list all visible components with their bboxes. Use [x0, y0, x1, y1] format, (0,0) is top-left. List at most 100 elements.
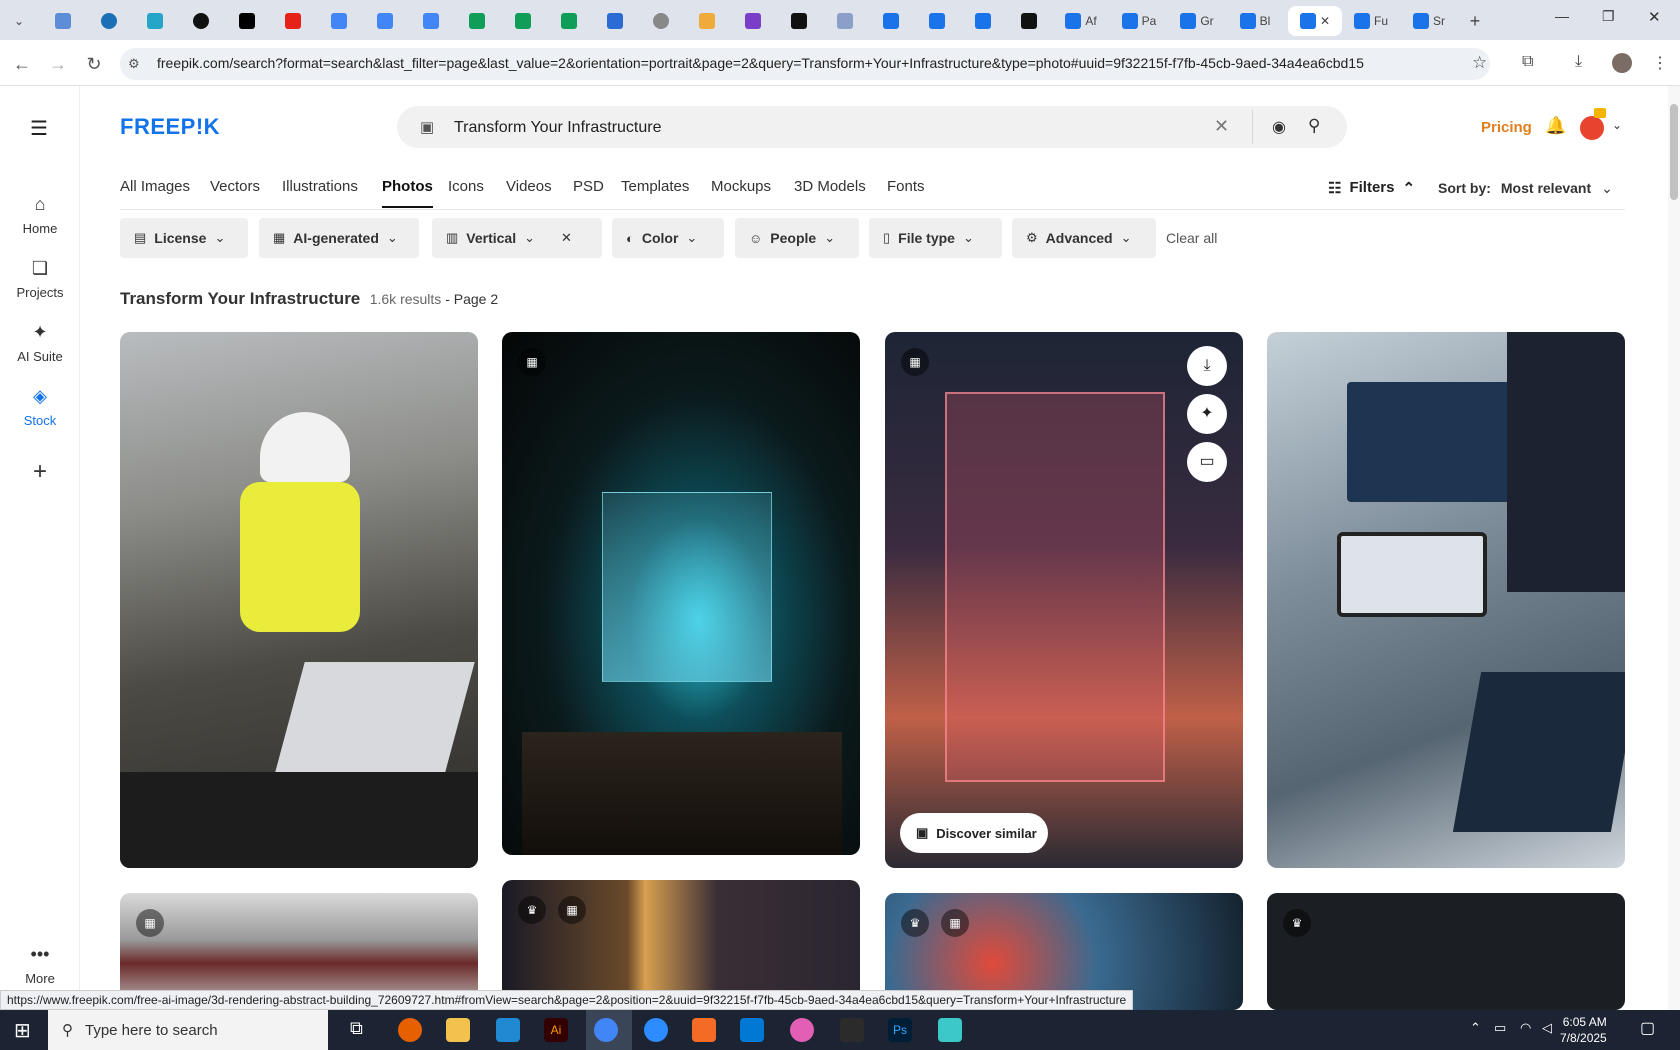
tab-sheets-3[interactable]	[548, 6, 590, 36]
bookmark-star-icon[interactable]: ☆	[1472, 53, 1487, 73]
tab-search-icon[interactable]: ⌄	[4, 6, 34, 36]
camera-search-icon[interactable]: ◉	[1272, 117, 1286, 137]
pen-tool-icon[interactable]	[840, 1018, 864, 1042]
app-icon-orange[interactable]	[692, 1018, 716, 1042]
app-icon-teal[interactable]	[938, 1018, 962, 1042]
tab-2[interactable]	[88, 6, 130, 36]
tab-docs-3[interactable]	[410, 6, 452, 36]
color-filter[interactable]: ◐ Color ⌄	[612, 218, 724, 258]
image-card-row2-4[interactable]: ♛	[1267, 893, 1625, 1010]
back-icon[interactable]: ←	[10, 52, 34, 76]
creative-cloud-icon[interactable]	[790, 1018, 814, 1042]
menu-dots-icon[interactable]: ⋮	[1652, 53, 1668, 73]
tab-fonts[interactable]: Fonts	[887, 178, 925, 195]
tab-vectors[interactable]: Vectors	[210, 178, 260, 195]
tab-youtube[interactable]	[272, 6, 314, 36]
tab-bl[interactable]: Bl	[1230, 6, 1280, 36]
restore-icon[interactable]: ❐	[1602, 8, 1615, 25]
save-to-collection-icon[interactable]: ▭	[1187, 442, 1227, 482]
image-card-hologram-city[interactable]: ▦	[502, 332, 860, 855]
volume-icon[interactable]: ◁	[1542, 1020, 1552, 1036]
ai-generated-filter[interactable]: ▦ AI-generated ⌄	[259, 218, 419, 258]
zoom-icon[interactable]	[644, 1018, 668, 1042]
filters-toggle[interactable]: ☷ Filters ⌃	[1328, 179, 1415, 197]
sidebar-item-home[interactable]: ⌂ Home	[0, 194, 80, 236]
tab-icons[interactable]: Icons	[448, 178, 484, 195]
tab-12[interactable]	[778, 6, 820, 36]
tab-af[interactable]: Af	[1056, 6, 1106, 36]
user-avatar[interactable]	[1580, 116, 1604, 140]
clear-search-icon[interactable]: ✕	[1214, 116, 1229, 137]
firefox-icon[interactable]	[398, 1018, 422, 1042]
extensions-icon[interactable]: ⧉	[1522, 53, 1533, 71]
wifi-icon[interactable]: ◠	[1520, 1020, 1531, 1036]
taskbar-clock[interactable]: 6:05 AM 7/8/2025	[1560, 1014, 1607, 1046]
tab-docs-1[interactable]	[318, 6, 360, 36]
tab-gr[interactable]: Gr	[1172, 6, 1222, 36]
tab-sheets-1[interactable]	[456, 6, 498, 36]
close-tab-icon[interactable]: ✕	[1320, 14, 1330, 28]
image-card-business-tablet[interactable]	[1267, 332, 1625, 868]
sidebar-item-more[interactable]: ••• More	[0, 944, 80, 986]
tab-8[interactable]	[594, 6, 636, 36]
clear-filter-icon[interactable]: ✕	[561, 230, 572, 246]
reload-icon[interactable]: ↻	[82, 52, 106, 76]
add-icon[interactable]: +	[0, 458, 80, 486]
tab-mockups[interactable]: Mockups	[711, 178, 771, 195]
tab-14[interactable]	[870, 6, 912, 36]
tab-3[interactable]	[134, 6, 176, 36]
tab-9[interactable]	[640, 6, 682, 36]
tab-all-images[interactable]: All Images	[120, 178, 190, 195]
sidebar-item-ai-suite[interactable]: ✦ AI Suite	[0, 322, 80, 364]
search-input[interactable]: Transform Your Infrastructure	[454, 119, 662, 137]
tab-15[interactable]	[916, 6, 958, 36]
clear-all-button[interactable]: Clear all	[1166, 230, 1217, 246]
tab-11[interactable]	[732, 6, 774, 36]
profile-avatar[interactable]	[1612, 53, 1632, 73]
tab-docs-2[interactable]	[364, 6, 406, 36]
tab-1[interactable]	[42, 6, 84, 36]
file-type-filter[interactable]: ▯ File type ⌄	[869, 218, 1002, 258]
people-filter[interactable]: ☺ People ⌄	[735, 218, 859, 258]
image-type-icon[interactable]: ▣	[420, 118, 434, 136]
license-filter[interactable]: ▤ License ⌄	[120, 218, 248, 258]
vscode-icon[interactable]	[496, 1018, 520, 1042]
tab-4[interactable]	[180, 6, 222, 36]
file-explorer-icon[interactable]	[446, 1018, 470, 1042]
pricing-link[interactable]: Pricing	[1481, 119, 1532, 136]
tab-13[interactable]	[824, 6, 866, 36]
bell-icon[interactable]: 🔔	[1545, 116, 1566, 136]
chrome-icon[interactable]	[594, 1018, 618, 1042]
orientation-filter[interactable]: ▥ Vertical ⌄ ✕	[432, 218, 602, 258]
tab-psd[interactable]: PSD	[573, 178, 604, 195]
close-window-icon[interactable]: ✕	[1648, 8, 1661, 26]
discover-similar-button[interactable]: ▣ Discover similar	[900, 813, 1048, 853]
search-icon[interactable]: ⚲	[1308, 116, 1320, 136]
scrollbar-thumb[interactable]	[1670, 104, 1678, 200]
tab-16[interactable]	[962, 6, 1004, 36]
image-card-glass-building[interactable]: ▦ ⤓ ✦ ▭	[885, 332, 1243, 868]
tab-templates[interactable]: Templates	[621, 178, 689, 195]
site-info-icon[interactable]: ⚙	[128, 56, 140, 72]
tab-5[interactable]	[226, 6, 268, 36]
tray-chevron-icon[interactable]: ⌃	[1470, 1020, 1481, 1036]
notification-icon[interactable]: ▢	[1640, 1018, 1655, 1038]
tab-fu[interactable]: Fu	[1346, 6, 1396, 36]
new-tab-icon[interactable]: +	[1460, 6, 1490, 36]
network-icon[interactable]: ▭	[1494, 1020, 1506, 1036]
sidebar-item-stock[interactable]: ◈ Stock	[0, 386, 80, 428]
download-icon[interactable]: ⤓	[1575, 53, 1582, 71]
taskbar-search[interactable]: ⚲ Type here to search	[48, 1010, 328, 1050]
edit-ai-icon[interactable]: ✦	[1187, 394, 1227, 434]
chevron-down-icon[interactable]: ⌄	[1612, 118, 1622, 132]
freepik-logo[interactable]: FREEP!K	[120, 114, 220, 140]
tab-illustrations[interactable]: Illustrations	[282, 178, 358, 195]
tab-active[interactable]: ✕	[1288, 6, 1342, 36]
photoshop-icon[interactable]: Ps	[888, 1018, 912, 1042]
outlook-icon[interactable]	[740, 1018, 764, 1042]
task-view-icon[interactable]: ⧉	[350, 1018, 363, 1039]
image-card-engineer[interactable]	[120, 332, 478, 868]
illustrator-icon[interactable]: Ai	[544, 1018, 568, 1042]
windows-start-icon[interactable]: ⊞	[14, 1018, 31, 1043]
scrollbar-track[interactable]	[1668, 86, 1680, 1010]
